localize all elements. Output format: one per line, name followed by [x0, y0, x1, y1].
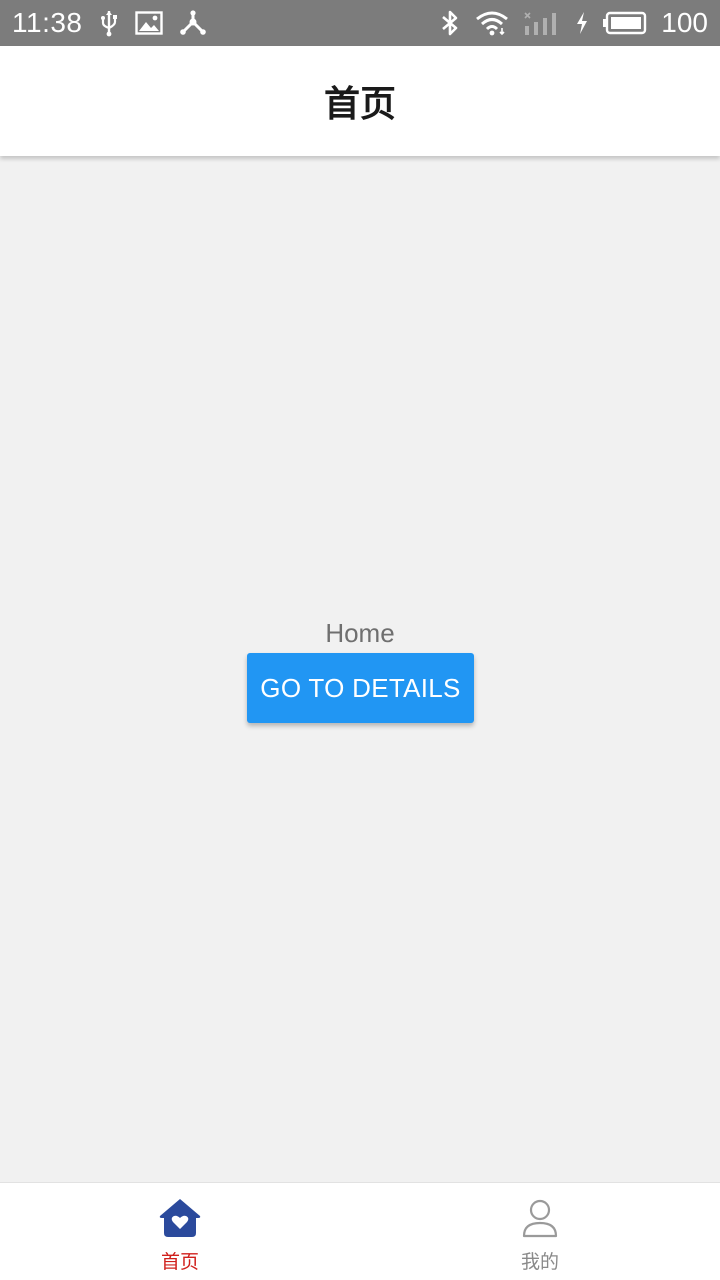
- app-header: 首页: [0, 46, 720, 156]
- home-text: Home: [325, 618, 395, 648]
- charging-icon: [575, 11, 589, 35]
- tab-mine[interactable]: 我的: [360, 1183, 720, 1280]
- usb-icon: [99, 9, 119, 37]
- tab-home[interactable]: 首页: [0, 1183, 360, 1280]
- share-node-icon: [179, 10, 207, 36]
- status-bar: 11:38 100: [0, 0, 720, 46]
- page-title: 首页: [323, 84, 396, 125]
- battery-icon: [603, 11, 647, 35]
- bluetooth-icon: [439, 9, 461, 37]
- go-to-details-button[interactable]: GO TO DETAILS: [247, 653, 474, 723]
- tab-mine-label: 我的: [520, 1251, 559, 1273]
- image-icon: [134, 11, 163, 35]
- status-time: 11:38: [12, 7, 83, 38]
- home-heart-icon: [158, 1197, 202, 1239]
- main-content: Home GO TO DETAILS: [0, 156, 720, 1182]
- tab-home-label: 首页: [160, 1251, 199, 1273]
- battery-level: 100: [661, 7, 708, 38]
- bottom-tab-bar: 首页 我的: [0, 1182, 720, 1280]
- wifi-icon: [475, 10, 509, 36]
- signal-icon: [523, 10, 561, 36]
- person-icon: [518, 1197, 562, 1239]
